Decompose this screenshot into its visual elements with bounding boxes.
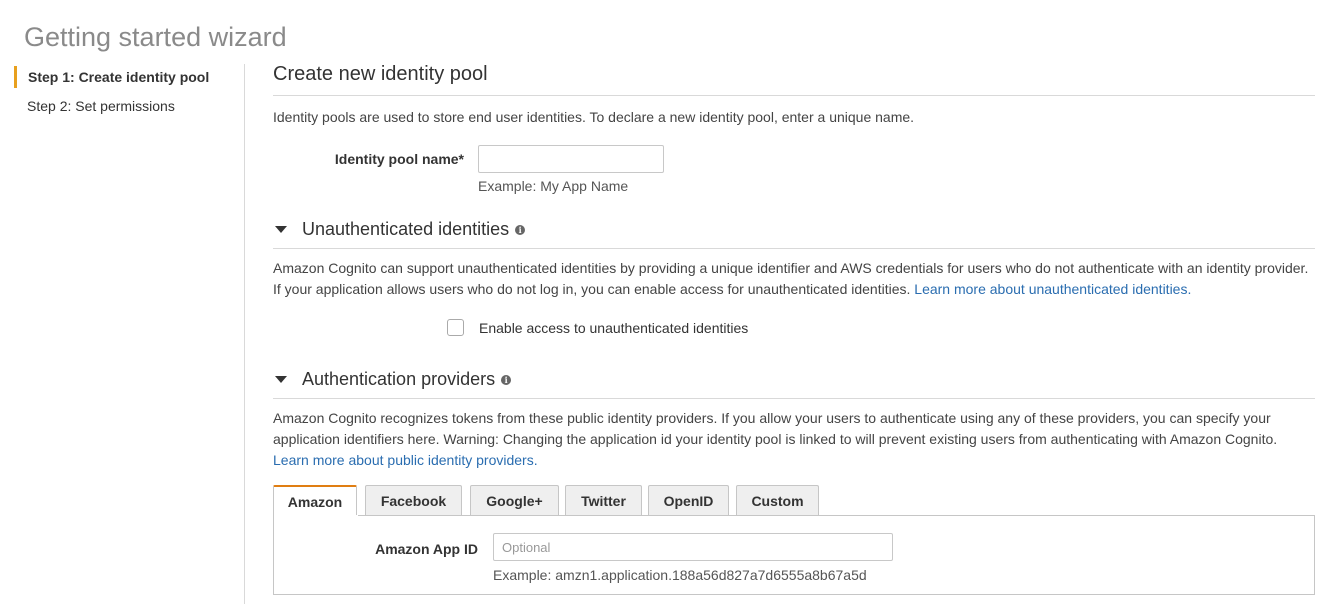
- auth-description-text: Amazon Cognito recognizes tokens from th…: [273, 410, 1278, 447]
- amazon-app-id-input[interactable]: [493, 533, 893, 561]
- identity-pool-name-hint: Example: My App Name: [478, 178, 629, 194]
- section-title-create-pool: Create new identity pool: [273, 63, 488, 85]
- tab-twitter[interactable]: Twitter: [565, 485, 642, 516]
- info-icon[interactable]: i: [515, 224, 526, 235]
- unauthenticated-identities-title: Unauthenticated identities: [302, 219, 510, 239]
- enable-unauth-label[interactable]: Enable access to unauthenticated identit…: [479, 320, 748, 336]
- info-icon[interactable]: i: [501, 374, 512, 385]
- create-pool-description: Identity pools are used to store end use…: [273, 109, 915, 125]
- divider: [273, 248, 1315, 249]
- tab-facebook[interactable]: Facebook: [365, 485, 462, 516]
- enable-unauth-checkbox[interactable]: [447, 319, 464, 336]
- wizard-steps-nav: Step 1: Create identity pool Step 2: Set…: [0, 64, 245, 604]
- tab-custom[interactable]: Custom: [736, 485, 819, 516]
- step-create-identity-pool[interactable]: Step 1: Create identity pool: [14, 66, 209, 88]
- learn-more-public-providers-link[interactable]: Learn more about public identity provide…: [273, 452, 538, 468]
- tab-amazon[interactable]: Amazon: [273, 485, 357, 517]
- authentication-providers-title: Authentication providers: [302, 369, 496, 389]
- amazon-app-id-label: Amazon App ID: [375, 541, 478, 557]
- authentication-providers-description: Amazon Cognito recognizes tokens from th…: [273, 408, 1315, 471]
- identity-pool-name-input[interactable]: [478, 145, 664, 173]
- tab-openid[interactable]: OpenID: [648, 485, 729, 516]
- divider: [273, 398, 1315, 399]
- step-set-permissions[interactable]: Step 2: Set permissions: [14, 98, 175, 114]
- active-tab-gap: [274, 515, 358, 517]
- page-title: Getting started wizard: [24, 22, 287, 53]
- divider: [273, 95, 1315, 96]
- amazon-app-id-hint: Example: amzn1.application.188a56d827a7d…: [493, 567, 867, 583]
- unauthenticated-identities-description: Amazon Cognito can support unauthenticat…: [273, 258, 1315, 300]
- caret-down-icon: [275, 226, 287, 233]
- caret-down-icon: [275, 376, 287, 383]
- tab-google-plus[interactable]: Google+: [470, 485, 559, 516]
- authentication-providers-toggle[interactable]: Authentication providers i: [273, 369, 512, 390]
- provider-tabs: Amazon Facebook Google+ Twitter OpenID C…: [273, 485, 1315, 517]
- learn-more-unauthenticated-link[interactable]: Learn more about unauthenticated identit…: [914, 281, 1191, 297]
- unauthenticated-identities-toggle[interactable]: Unauthenticated identities i: [273, 219, 526, 240]
- identity-pool-name-label: Identity pool name*: [334, 151, 464, 167]
